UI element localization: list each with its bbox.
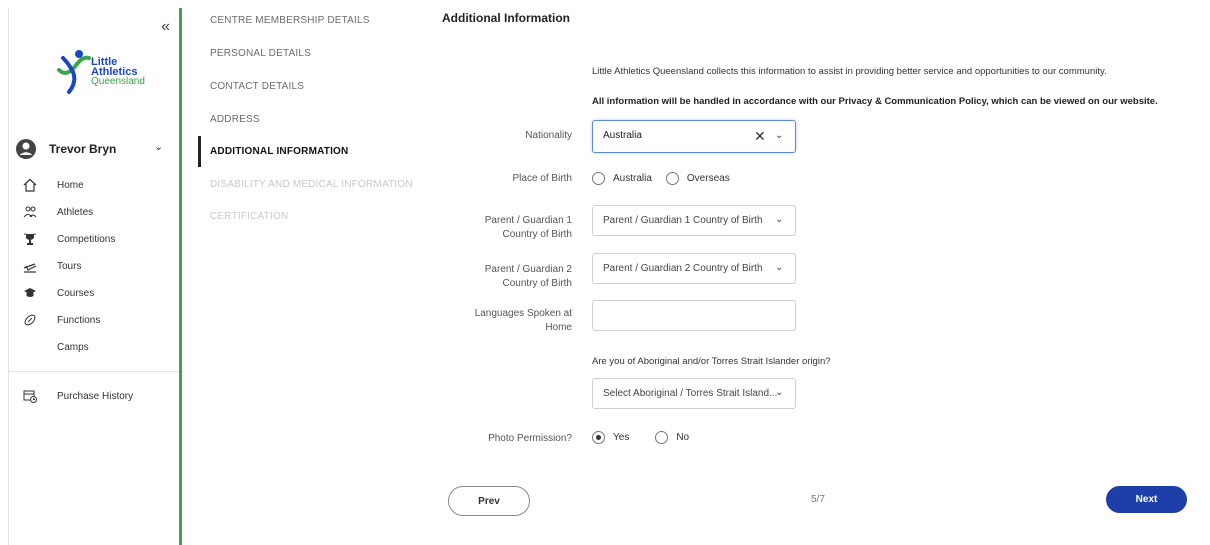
sidebar-item-label: Tours: [57, 261, 82, 272]
nationality-select[interactable]: Australia ✕ ⌄: [592, 120, 796, 153]
place-of-birth-australia[interactable]: Australia: [592, 172, 652, 185]
radio-label: No: [676, 432, 690, 443]
chevron-down-icon[interactable]: ⌄: [775, 130, 783, 141]
sidebar-item-label: Functions: [57, 315, 101, 326]
clear-icon[interactable]: ✕: [754, 128, 766, 145]
radio-label: Yes: [613, 432, 630, 443]
user-menu[interactable]: Trevor Bryn ⌄: [9, 138, 181, 162]
prev-button[interactable]: Prev: [448, 486, 530, 516]
user-avatar-icon: [16, 139, 36, 159]
guardian1-label-line1: Parent / Guardian 1: [484, 215, 572, 226]
sidebar-item-label: Competitions: [57, 234, 116, 245]
people-icon: [22, 205, 38, 221]
aboriginal-question: Are you of Aboriginal and/or Torres Stra…: [592, 356, 831, 367]
photo-permission-yes[interactable]: Yes: [592, 431, 629, 444]
step-certification: CERTIFICATION: [210, 211, 289, 222]
languages-label-line2: Home: [545, 322, 572, 333]
guardian2-country-placeholder: Parent / Guardian 2 Country of Birth: [603, 263, 763, 274]
form-steps: CENTRE MEMBERSHIP DETAILS PERSONAL DETAI…: [198, 8, 418, 545]
languages-label-line1: Languages Spoken at: [474, 308, 572, 319]
photo-permission-label: Photo Permission?: [488, 433, 572, 444]
step-centre-membership-details[interactable]: CENTRE MEMBERSHIP DETAILS: [210, 15, 370, 26]
radio-circle-selected[interactable]: [592, 431, 605, 444]
nationality-label: Nationality: [525, 130, 572, 141]
guardian2-label: Parent / Guardian 2 Country of Birth: [452, 263, 572, 291]
languages-label: Languages Spoken at Home: [452, 307, 572, 335]
sidebar-item-home[interactable]: Home: [9, 172, 181, 199]
active-step-indicator: [198, 136, 201, 167]
place-of-birth-label: Place of Birth: [512, 173, 572, 184]
step-counter: 5/7: [811, 494, 825, 505]
sidebar-item-purchase-history[interactable]: Purchase History: [9, 383, 181, 410]
chevron-down-icon[interactable]: ⌄: [154, 140, 163, 153]
home-icon: [22, 178, 38, 194]
guardian1-country-placeholder: Parent / Guardian 1 Country of Birth: [603, 215, 763, 226]
guardian2-country-select[interactable]: Parent / Guardian 2 Country of Birth ⌄: [592, 253, 796, 284]
radio-circle[interactable]: [665, 172, 679, 185]
receipt-clock-icon: [22, 389, 38, 405]
step-additional-information[interactable]: ADDITIONAL INFORMATION: [210, 146, 348, 157]
radio-label: Australia: [613, 173, 652, 184]
football-icon: [22, 313, 38, 329]
user-name: Trevor Bryn: [49, 142, 117, 156]
sidebar-divider: [9, 371, 181, 372]
step-address[interactable]: ADDRESS: [210, 114, 260, 125]
sidebar-item-label: Camps: [57, 342, 89, 353]
sidebar-nav: Home Athletes Competitions Tours Courses: [9, 172, 181, 361]
guardian2-label-line1: Parent / Guardian 2: [484, 264, 572, 275]
sidebar-item-tours[interactable]: Tours: [9, 253, 181, 280]
radio-circle[interactable]: [655, 431, 669, 444]
main-form: Additional Information Little Athletics …: [418, 8, 1210, 545]
guardian2-label-line2: Country of Birth: [502, 278, 572, 289]
guardian1-country-select[interactable]: Parent / Guardian 1 Country of Birth ⌄: [592, 205, 796, 236]
runner-logo-icon: [57, 50, 91, 94]
plane-icon: [22, 259, 38, 275]
sidebar-item-competitions[interactable]: Competitions: [9, 226, 181, 253]
aboriginal-select[interactable]: Select Aboriginal / Torres Strait Island…: [592, 378, 796, 409]
sidebar-item-athletes[interactable]: Athletes: [9, 199, 181, 226]
photo-permission-radio-group: Yes No: [592, 431, 703, 444]
place-of-birth-overseas[interactable]: Overseas: [665, 172, 730, 185]
logo: Little Athletics Queensland: [49, 48, 159, 98]
chevron-down-icon[interactable]: ⌄: [775, 262, 783, 273]
sidebar: « Little Athletics Queensland Trevor Bry…: [8, 8, 181, 545]
step-disability-and-medical-information: DISABILITY AND MEDICAL INFORMATION: [210, 179, 413, 190]
photo-permission-no[interactable]: No: [655, 431, 689, 444]
guardian1-label-line2: Country of Birth: [502, 229, 572, 240]
languages-input[interactable]: [592, 300, 796, 331]
radio-circle[interactable]: [592, 172, 605, 185]
sidebar-accent-bar: [179, 8, 182, 545]
trophy-icon: [22, 232, 38, 248]
radio-label: Overseas: [686, 173, 730, 184]
sidebar-item-courses[interactable]: Courses: [9, 280, 181, 307]
chevron-down-icon[interactable]: ⌄: [775, 214, 783, 225]
sidebar-item-functions[interactable]: Functions: [9, 307, 181, 334]
privacy-note: All information will be handled in accor…: [592, 96, 1158, 107]
sidebar-item-label: Purchase History: [57, 391, 134, 402]
logo-line-3: Queensland: [91, 76, 145, 87]
place-of-birth-radio-group: Australia Overseas: [592, 172, 744, 185]
sidebar-item-label: Athletes: [57, 207, 94, 218]
chevron-down-icon[interactable]: ⌄: [775, 387, 783, 398]
step-personal-details[interactable]: PERSONAL DETAILS: [210, 48, 311, 59]
collapse-sidebar-icon[interactable]: «: [161, 18, 170, 36]
step-contact-details[interactable]: CONTACT DETAILS: [210, 81, 304, 92]
sidebar-item-label: Courses: [57, 288, 95, 299]
graduation-cap-icon: [22, 286, 38, 302]
guardian1-label: Parent / Guardian 1 Country of Birth: [452, 214, 572, 242]
info-text: Little Athletics Queensland collects thi…: [592, 66, 1107, 77]
next-button[interactable]: Next: [1106, 486, 1187, 513]
sidebar-item-camps[interactable]: Camps: [9, 334, 181, 361]
sidebar-item-label: Home: [57, 180, 84, 191]
nationality-value: Australia: [603, 130, 642, 141]
aboriginal-placeholder: Select Aboriginal / Torres Strait Island…: [603, 388, 778, 399]
page-title: Additional Information: [442, 11, 570, 25]
